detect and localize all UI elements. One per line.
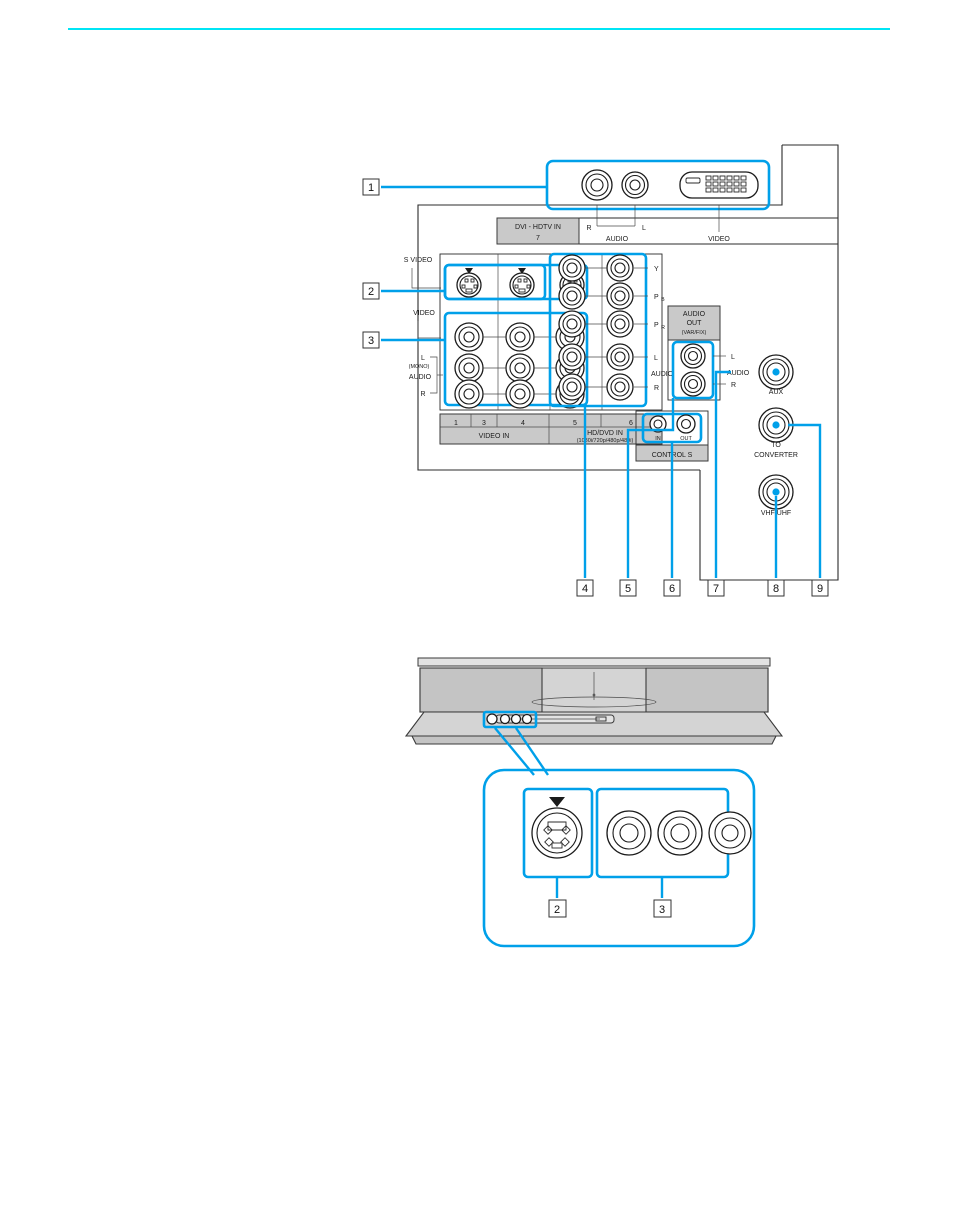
component-audio-l-label: L: [654, 355, 658, 362]
dvi-audio-jack-l: [621, 171, 649, 199]
dvi-audio-l-label: L: [642, 225, 646, 232]
input-number-1: 1: [454, 420, 458, 427]
component-audio-r-label: R: [654, 385, 659, 392]
front-callout-2: 2: [554, 904, 560, 916]
dvi-audio-r-label: R: [586, 225, 591, 232]
dvi-hdtv-in-label: DVI - HDTV IN: [515, 224, 561, 231]
callout-3: 3: [368, 335, 374, 347]
dvi-connector: [679, 171, 759, 199]
audio-out-jack-l: [680, 343, 706, 369]
audio-group-label: AUDIO: [409, 374, 432, 381]
diagram-canvas: 1 DVI - HDTV IN 7 R L AUDIO VIDEO S VIDE…: [362, 144, 839, 948]
control-s-out-label: OUT: [680, 436, 692, 442]
component-pr-label: P: [654, 322, 659, 329]
component-pr-sub: R: [661, 325, 665, 331]
callout-5: 5: [625, 583, 631, 595]
input-number-4: 4: [521, 420, 525, 427]
dvi-audio-label: AUDIO: [606, 236, 629, 243]
component-pb-sub: B: [661, 297, 665, 303]
input-number-5: 5: [573, 420, 577, 427]
audio-out-r-label: R: [731, 382, 736, 389]
hd-dvd-in-label: HD/DVD IN: [587, 430, 623, 437]
audio-l-label: L: [421, 355, 425, 362]
component-audio-label: AUDIO: [651, 371, 674, 378]
front-av-jacks: [606, 810, 752, 856]
control-s-out-jack: [676, 414, 696, 434]
control-s-in-label: IN: [655, 436, 661, 442]
front-callout-3: 3: [659, 904, 665, 916]
callout-4: 4: [582, 583, 588, 595]
callout-7: 7: [713, 583, 719, 595]
callout-8: 8: [773, 583, 779, 595]
audio-r-label: R: [420, 391, 425, 398]
audio-mono-label: (MONO): [409, 364, 430, 370]
component-y-label: Y: [654, 266, 659, 273]
audio-out-line3: (VAR/FIX): [682, 330, 707, 336]
tv-front-illustration: [404, 657, 784, 745]
audio-out-l-label: L: [731, 354, 735, 361]
component-pb-label: P: [654, 294, 659, 301]
to-converter-label-line1: TO: [771, 442, 781, 449]
callout-9: 9: [817, 583, 823, 595]
manual-page: 1 DVI - HDTV IN 7 R L AUDIO VIDEO S VIDE…: [0, 0, 954, 1227]
callout-6: 6: [669, 583, 675, 595]
video-in-band-label: VIDEO IN: [479, 433, 510, 440]
aux-label: AUX: [769, 389, 784, 396]
callout-2: 2: [368, 286, 374, 298]
callout-1: 1: [368, 182, 374, 194]
dvi-audio-jack-r: [581, 169, 613, 201]
video-label: VIDEO: [413, 310, 435, 317]
input-number-6: 6: [629, 420, 633, 427]
to-converter-label-line2: CONVERTER: [754, 452, 798, 459]
input-number-3: 3: [482, 420, 486, 427]
component-jacks-col5: [558, 254, 586, 401]
dvi-video-label: VIDEO: [708, 236, 730, 243]
component-jacks-col6: [606, 254, 634, 401]
audio-out-line2: OUT: [687, 320, 703, 327]
audio-out-line1: AUDIO: [683, 311, 706, 318]
dvi-input-number: 7: [536, 235, 540, 242]
audio-out-jack-r: [680, 371, 706, 397]
s-video-label: S VIDEO: [404, 257, 433, 264]
front-s-video-jack: [531, 797, 583, 859]
